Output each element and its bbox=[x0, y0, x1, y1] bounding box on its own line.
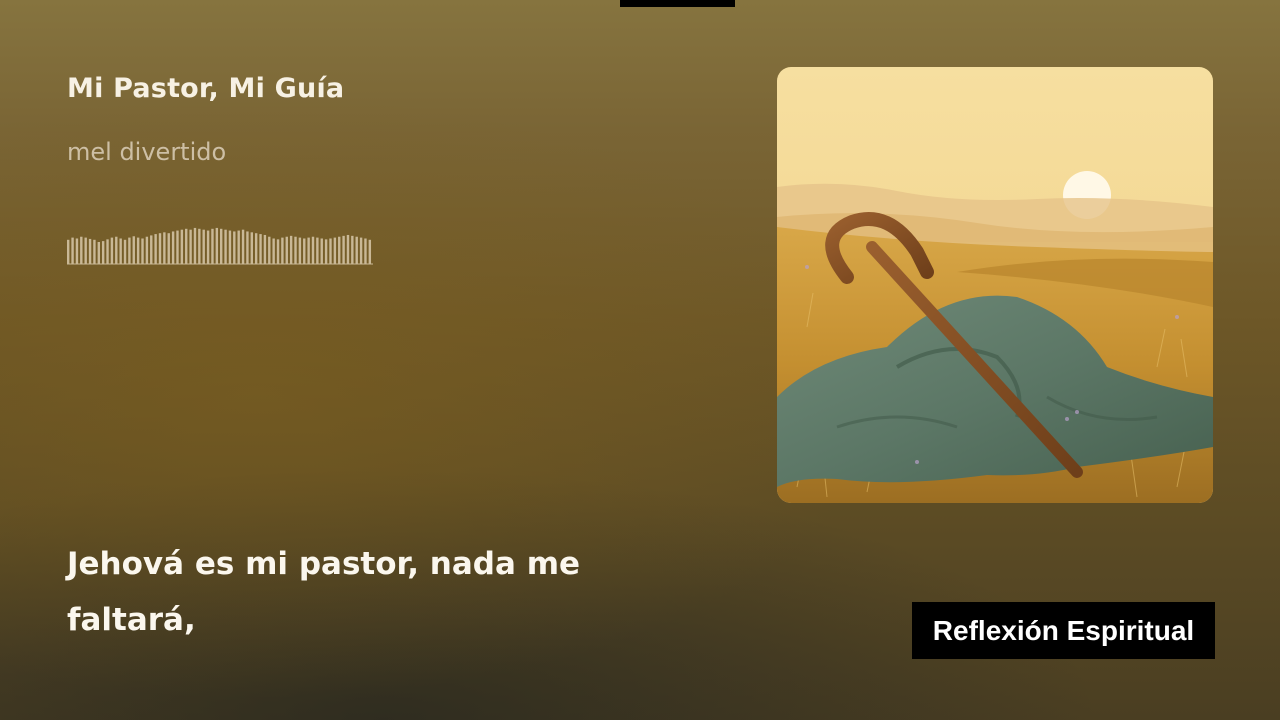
waveform-bar bbox=[202, 229, 205, 264]
waveform-bar bbox=[75, 238, 79, 264]
waveform-bar bbox=[67, 239, 70, 264]
waveform-bar bbox=[254, 233, 258, 264]
waveform-bar bbox=[93, 239, 96, 264]
waveform-bar bbox=[128, 237, 131, 264]
waveform-bar bbox=[263, 234, 267, 264]
waveform-bar bbox=[119, 238, 122, 264]
waveform-bar bbox=[176, 230, 179, 264]
waveform-bar bbox=[355, 236, 358, 264]
waveform-bar bbox=[298, 237, 302, 264]
waveform-bar bbox=[281, 237, 284, 264]
waveform-bar bbox=[333, 237, 337, 264]
waveform-bar bbox=[316, 237, 319, 264]
waveform-bar bbox=[246, 231, 249, 264]
waveform-bar bbox=[359, 237, 363, 264]
waveform-bar bbox=[123, 239, 127, 264]
waveform-bar bbox=[106, 239, 109, 264]
waveform-bar bbox=[294, 236, 297, 264]
waveform-bar bbox=[228, 230, 232, 264]
waveform-bar bbox=[285, 236, 288, 264]
artist-name: mel divertido bbox=[67, 138, 227, 166]
waveform-bar bbox=[132, 236, 135, 264]
waveform-bar bbox=[206, 230, 210, 264]
channel-badge: Reflexión Espiritual bbox=[912, 602, 1215, 659]
waveform-bar bbox=[289, 235, 293, 264]
waveform-bar bbox=[329, 238, 332, 264]
album-art-illustration bbox=[777, 67, 1213, 503]
waveform-bar bbox=[145, 236, 149, 264]
waveform-bar bbox=[241, 229, 245, 264]
waveform-bar bbox=[163, 232, 166, 264]
waveform-bar bbox=[311, 236, 315, 264]
waveform-bar bbox=[167, 233, 170, 264]
waveform-bar bbox=[185, 228, 188, 264]
waveform-bar bbox=[220, 228, 223, 264]
waveform-bar bbox=[80, 236, 83, 264]
waveform-bar bbox=[224, 229, 227, 264]
waveform-bar bbox=[97, 242, 100, 264]
waveform-bar bbox=[211, 228, 214, 264]
waveform-bar bbox=[215, 227, 219, 264]
waveform-bar bbox=[237, 230, 240, 264]
waveform-bar bbox=[307, 237, 310, 264]
album-art bbox=[777, 67, 1213, 503]
waveform-bar bbox=[259, 234, 262, 264]
song-title: Mi Pastor, Mi Guía bbox=[67, 73, 345, 104]
waveform-bar bbox=[320, 238, 323, 264]
waveform-bar bbox=[368, 239, 372, 264]
waveform-bar bbox=[189, 229, 192, 264]
waveform-bar bbox=[101, 241, 105, 264]
waveform-bar bbox=[351, 235, 354, 264]
waveform-bar bbox=[158, 233, 162, 264]
audio-waveform bbox=[67, 227, 373, 265]
lyrics-line: Jehová es mi pastor, nada me faltará, bbox=[67, 546, 581, 638]
waveform-bar bbox=[272, 238, 275, 264]
waveform-bar bbox=[324, 239, 328, 264]
waveform-bar bbox=[154, 234, 157, 264]
waveform-bar bbox=[171, 231, 175, 264]
waveform-bar bbox=[110, 237, 114, 264]
waveform-bar bbox=[364, 238, 367, 264]
waveform-bar bbox=[180, 229, 184, 264]
waveform-bar bbox=[250, 232, 253, 264]
waveform-bar bbox=[276, 239, 280, 264]
waveform-bar bbox=[88, 238, 92, 264]
waveform-bar bbox=[233, 231, 236, 264]
waveform-bar bbox=[303, 238, 306, 264]
waveform-bar bbox=[198, 228, 201, 264]
waveform-bar bbox=[338, 236, 341, 264]
waveform-bar bbox=[141, 238, 144, 264]
waveform-bar bbox=[193, 227, 197, 264]
waveform-bar bbox=[342, 235, 345, 264]
waveform-bar bbox=[136, 237, 140, 264]
waveform-bar bbox=[150, 235, 153, 264]
top-black-bar bbox=[620, 0, 735, 7]
waveform-bar bbox=[71, 237, 74, 264]
waveform-bar bbox=[84, 237, 87, 264]
waveform-bar bbox=[268, 236, 271, 264]
waveform-bar bbox=[346, 234, 350, 264]
waveform-bar bbox=[115, 236, 118, 264]
